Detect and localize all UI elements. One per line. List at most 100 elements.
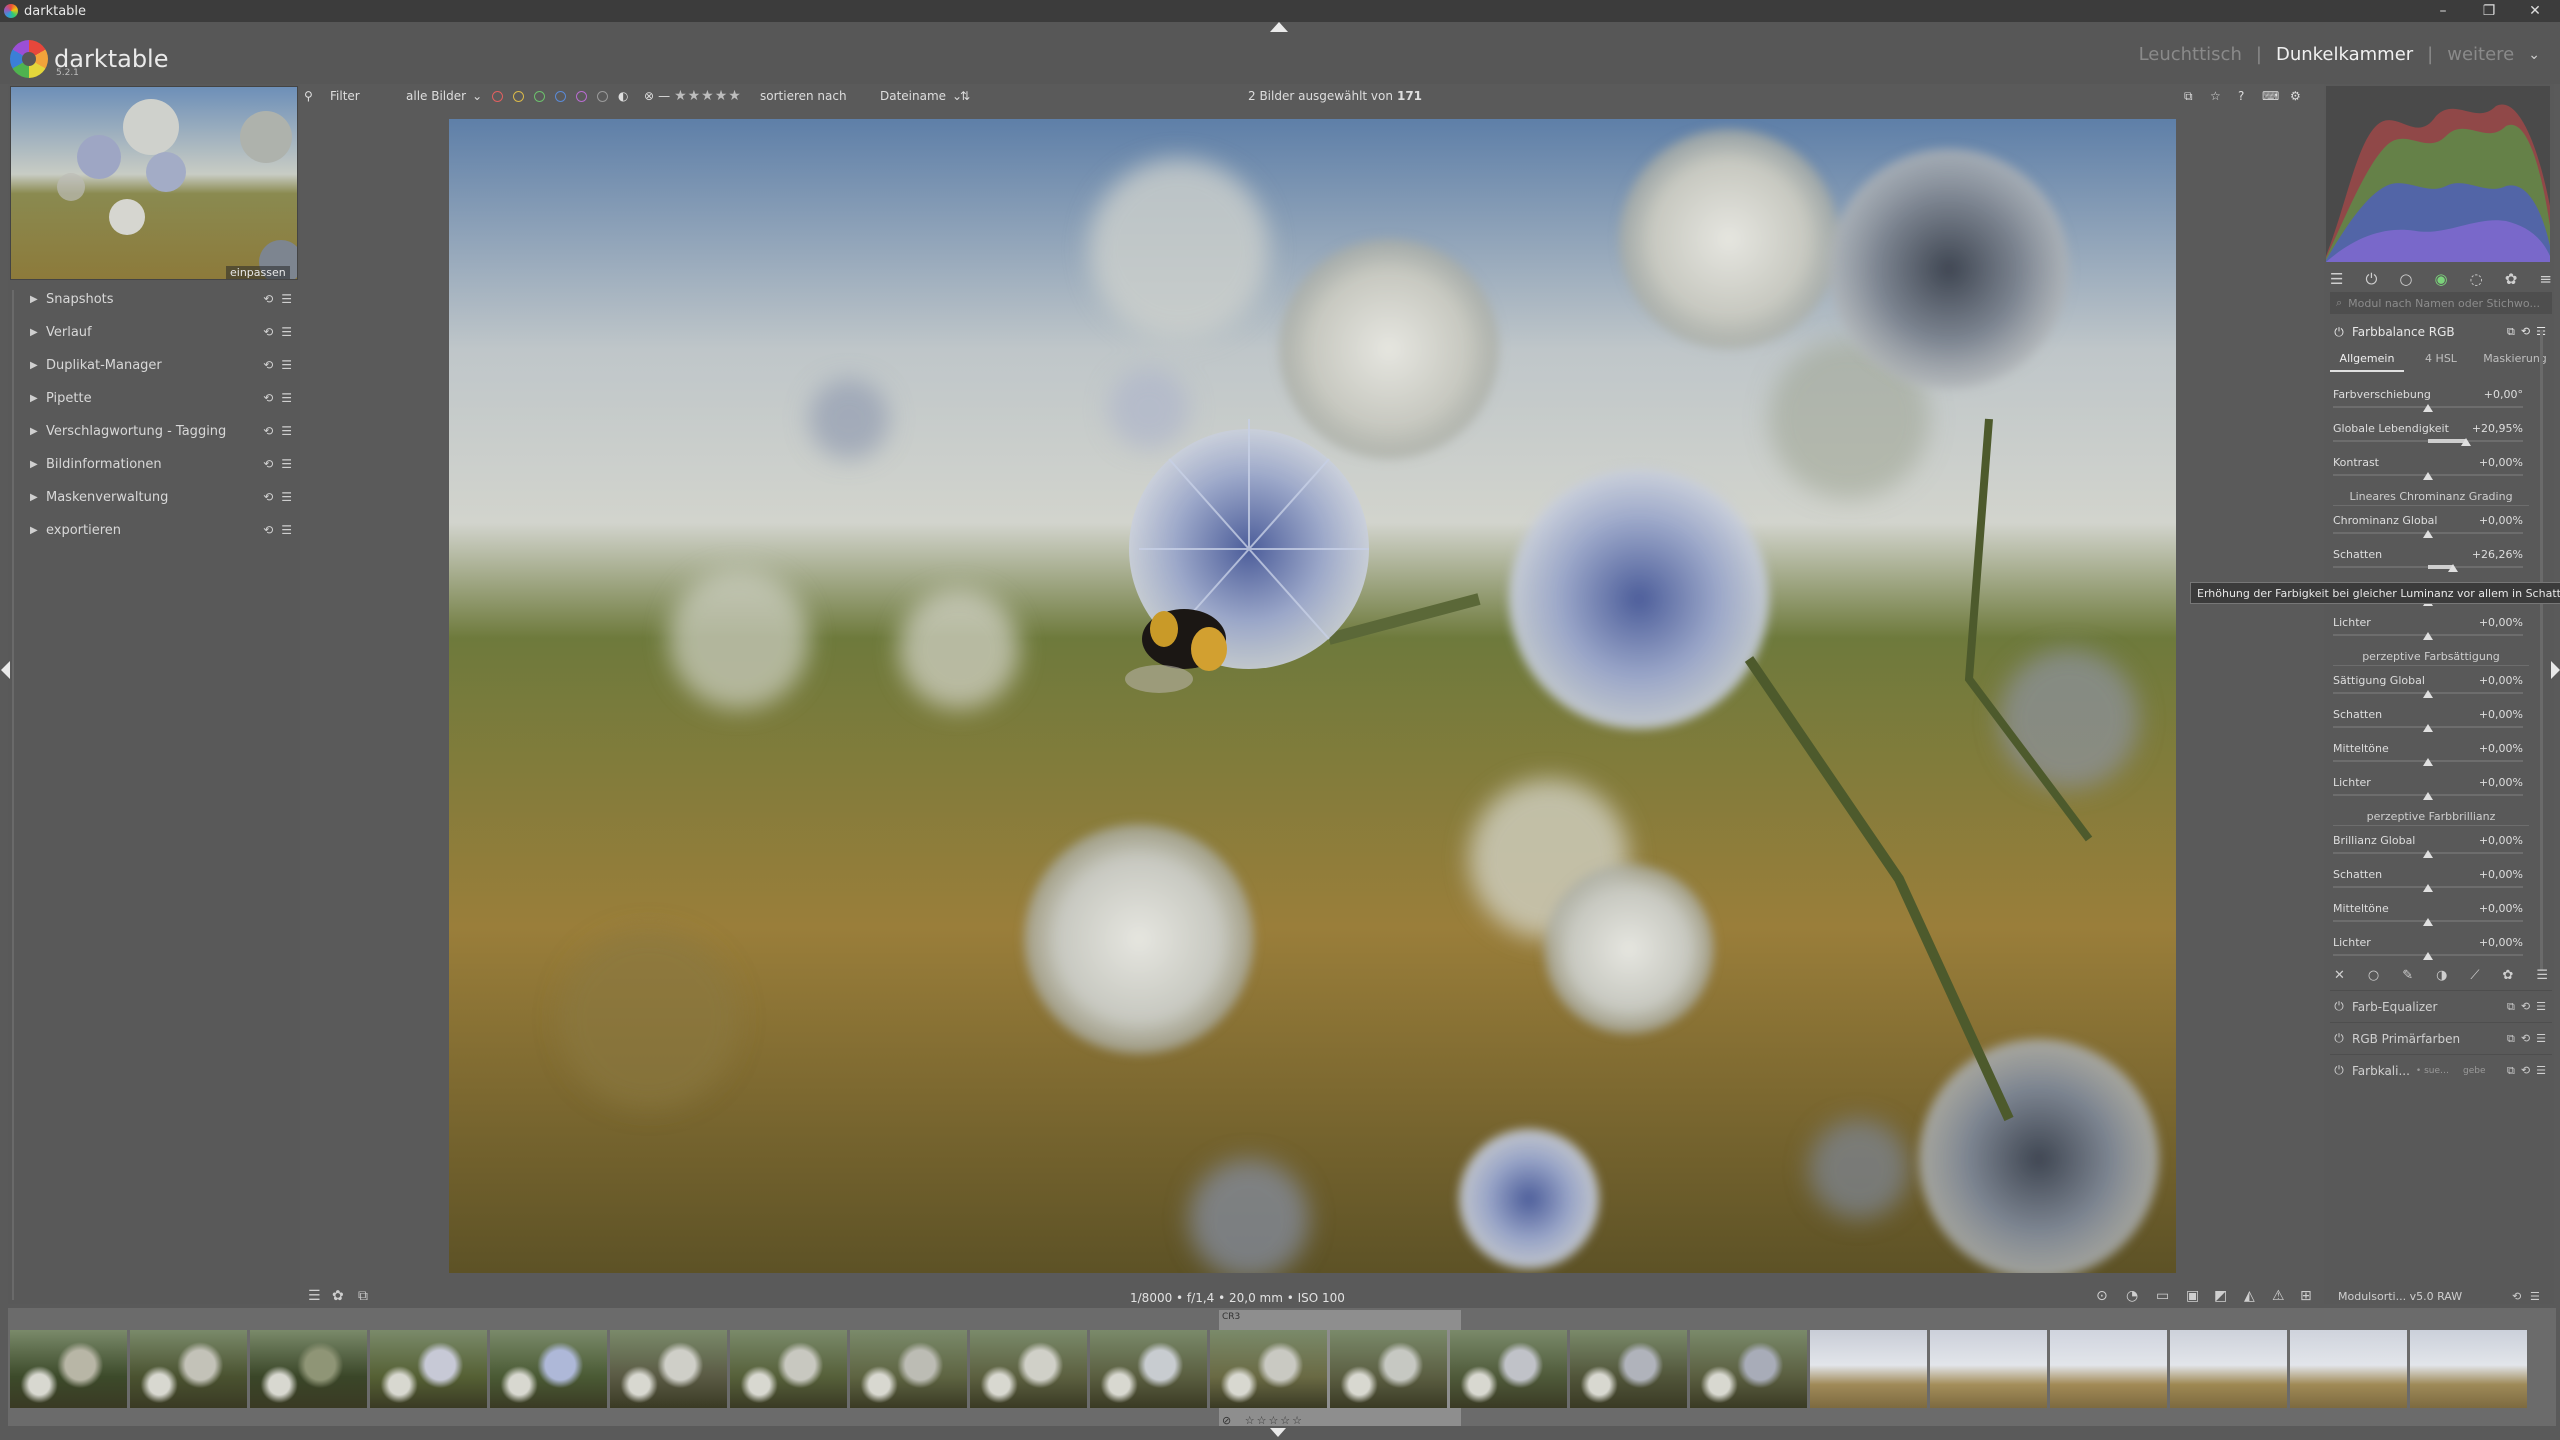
softproof-icon[interactable]: ◭: [2244, 1288, 2255, 1304]
presets-icon[interactable]: ☰: [2536, 1064, 2546, 1078]
red-label-icon[interactable]: [492, 90, 503, 102]
help-icon[interactable]: ?: [2238, 84, 2244, 108]
presets-icon[interactable]: ☰: [281, 358, 292, 372]
filmstrip-thumb[interactable]: [2170, 1330, 2287, 1408]
module-export[interactable]: ▶ exportieren ⟲ ☰: [20, 514, 298, 546]
sort-dropdown[interactable]: Dateiname ⌄: [880, 84, 962, 108]
filmstrip-thumb[interactable]: [1930, 1330, 2047, 1408]
mask-uniform-icon[interactable]: ○: [2368, 968, 2379, 988]
iso12646-icon[interactable]: ▭: [2156, 1288, 2169, 1304]
module-color-picker[interactable]: ▶ Pipette ⟲ ☰: [20, 382, 298, 414]
filmstrip-thumb[interactable]: [850, 1330, 967, 1408]
reset-icon[interactable]: ⟲: [263, 523, 273, 537]
presets-icon[interactable]: ☰: [281, 490, 292, 504]
multi-instance-icon[interactable]: ⧉: [2507, 1064, 2515, 1078]
tab-4-ways[interactable]: 4 HSL: [2404, 352, 2478, 372]
slider[interactable]: Lichter +0,00%: [2333, 612, 2523, 646]
main-image[interactable]: [449, 119, 2176, 1273]
slider[interactable]: Farbverschiebung +0,00°: [2333, 384, 2523, 418]
view-lighttable[interactable]: Leuchttisch: [2139, 44, 2242, 65]
chevron-down-icon[interactable]: ⌄: [2528, 47, 2540, 63]
zoom-selector[interactable]: einpassen: [226, 266, 290, 279]
reset-icon[interactable]: ⟲: [263, 490, 273, 504]
presets-icon[interactable]: ☰: [281, 391, 292, 405]
power-icon[interactable]: ⏻: [2330, 325, 2348, 340]
mask-drawn-icon[interactable]: ✎: [2402, 968, 2413, 988]
filmstrip-thumb[interactable]: [1450, 1330, 1567, 1408]
mask-menu-icon[interactable]: ☰: [2536, 968, 2548, 988]
filmstrip-thumb[interactable]: [2050, 1330, 2167, 1408]
correct-modules-icon[interactable]: ◌: [2470, 270, 2483, 288]
filmstrip-thumb[interactable]: [1330, 1330, 1447, 1408]
module-order[interactable]: Modulsorti... v5.0 RAW: [2338, 1290, 2462, 1303]
minimize-button[interactable]: –: [2420, 0, 2466, 22]
slider-handle[interactable]: [2423, 472, 2433, 480]
reset-icon[interactable]: ⟲: [2521, 1064, 2530, 1078]
overlay-stars-icon[interactable]: ☆: [2210, 84, 2221, 108]
close-button[interactable]: ✕: [2512, 0, 2558, 22]
module-color-calibration[interactable]: ⏻ Farbkali... • sue… gebe ⧉ ⟲ ☰: [2330, 1054, 2552, 1086]
raw-overexposed-icon[interactable]: ▣: [2186, 1288, 2199, 1304]
rating-filter[interactable]: ⊗ — ★★★★★: [644, 84, 742, 108]
module-rgb-primaries[interactable]: ⏻ RGB Primärfarben ⧉ ⟲ ☰: [2330, 1022, 2552, 1054]
active-modules-icon[interactable]: ⏻: [2365, 270, 2377, 288]
filmstrip-thumb[interactable]: [1210, 1330, 1327, 1408]
clipping-icon[interactable]: ◩: [2214, 1288, 2227, 1304]
slider[interactable]: Mitteltöne +0,00%: [2333, 738, 2523, 772]
label-logic-icon[interactable]: ◐: [618, 89, 628, 103]
slider-handle[interactable]: [2423, 792, 2433, 800]
module-header-color-balance[interactable]: ⏻ Farbbalance RGB ⧉ ⟲ ☰: [2330, 320, 2552, 344]
filmstrip-thumb[interactable]: [10, 1330, 127, 1408]
reset-icon[interactable]: ⟲: [263, 358, 273, 372]
slider-handle[interactable]: [2423, 632, 2433, 640]
presets-icon[interactable]: ☰: [2530, 1290, 2540, 1303]
module-history[interactable]: ▶ Verlauf ⟲ ☰: [20, 316, 298, 348]
mask-raster-icon[interactable]: ✿: [2502, 968, 2513, 988]
reset-icon[interactable]: ⟲: [2521, 1032, 2530, 1046]
reset-icon[interactable]: ⟲: [263, 424, 273, 438]
module-color-equalizer[interactable]: ⏻ Farb-Equalizer ⧉ ⟲ ☰: [2330, 990, 2552, 1022]
presets-menu-icon[interactable]: ≡: [2539, 270, 2552, 288]
filter-icon[interactable]: ⚲: [304, 84, 313, 108]
mask-drawn-parametric-icon[interactable]: ⟋: [2470, 968, 2479, 988]
module-tagging[interactable]: ▶ Verschlagwortung - Tagging ⟲ ☰: [20, 415, 298, 447]
filmstrip-thumb[interactable]: [610, 1330, 727, 1408]
slider-handle[interactable]: [2423, 952, 2433, 960]
reset-icon[interactable]: ⟲: [2521, 325, 2530, 339]
second-window-icon[interactable]: ⧉: [358, 1288, 368, 1304]
reset-icon[interactable]: ⟲: [263, 391, 273, 405]
color-modules-icon[interactable]: ◉: [2435, 270, 2448, 288]
power-icon[interactable]: ⏻: [2330, 1063, 2348, 1078]
quick-access-icon[interactable]: ☰: [2330, 270, 2343, 288]
sort-order-icon[interactable]: ⇅: [960, 84, 970, 108]
slider[interactable]: Mitteltöne +0,00%: [2333, 898, 2523, 932]
filmstrip-thumb[interactable]: [1570, 1330, 1687, 1408]
filmstrip-thumb[interactable]: [1690, 1330, 1807, 1408]
slider-handle[interactable]: [2423, 850, 2433, 858]
shortcuts-icon[interactable]: ⌨: [2262, 84, 2279, 108]
filmstrip-thumb[interactable]: [2290, 1330, 2407, 1408]
reset-icon[interactable]: ⟲: [263, 457, 273, 471]
slider[interactable]: Sättigung Global +0,00%: [2333, 670, 2523, 704]
presets-icon[interactable]: ☰: [281, 523, 292, 537]
slider-handle[interactable]: [2423, 530, 2433, 538]
filmstrip-thumb[interactable]: [970, 1330, 1087, 1408]
module-snapshots[interactable]: ▶ Snapshots ⟲ ☰: [20, 283, 298, 315]
collapse-top-arrow-icon[interactable]: [1270, 22, 1288, 32]
reset-icon[interactable]: ⟲: [2512, 1290, 2521, 1303]
bulb-icon[interactable]: ◔: [2126, 1288, 2138, 1304]
filmstrip-thumb[interactable]: [130, 1330, 247, 1408]
maximize-button[interactable]: ❐: [2466, 0, 2512, 22]
presets-icon[interactable]: ☰: [281, 424, 292, 438]
presets-icon[interactable]: ☰: [2536, 1000, 2546, 1014]
slider[interactable]: Chrominanz Global +0,00%: [2333, 510, 2523, 544]
slider[interactable]: Schatten +0,00%: [2333, 704, 2523, 738]
filmstrip-thumb[interactable]: [1090, 1330, 1207, 1408]
presets-icon[interactable]: ☰: [281, 457, 292, 471]
module-mask-manager[interactable]: ▶ Maskenverwaltung ⟲ ☰: [20, 481, 298, 513]
tab-general[interactable]: Allgemein: [2330, 352, 2404, 372]
slider-handle[interactable]: [2423, 724, 2433, 732]
blue-label-icon[interactable]: [555, 90, 566, 102]
purple-label-icon[interactable]: [576, 90, 587, 102]
collection-dropdown[interactable]: alle Bilder ⌄: [406, 84, 482, 108]
